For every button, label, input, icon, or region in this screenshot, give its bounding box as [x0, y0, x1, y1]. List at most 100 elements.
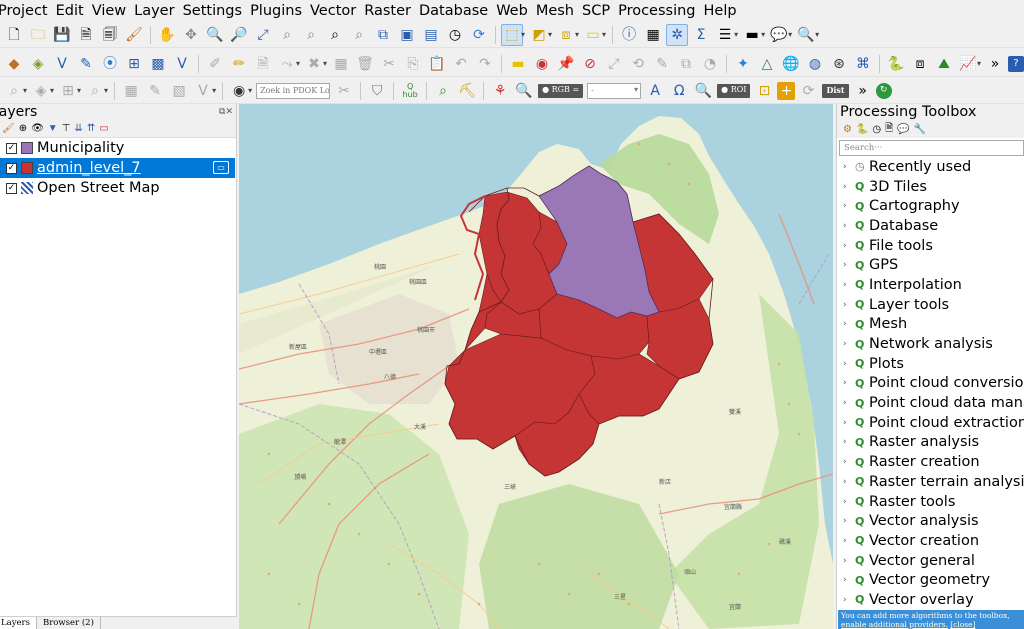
toolbox-category[interactable]: › Q Point cloud conversion: [837, 374, 1024, 394]
toolbox-category[interactable]: › Q Mesh: [837, 315, 1024, 335]
menu-database[interactable]: Database: [415, 0, 492, 22]
toolbox-category[interactable]: › Q Vector general: [837, 551, 1024, 571]
add-group-icon[interactable]: ⊕: [19, 123, 27, 134]
toolbox-category[interactable]: › Q Vector overlay: [837, 590, 1024, 610]
menu-mesh[interactable]: Mesh: [532, 0, 578, 22]
add-virtual-layer-icon[interactable]: V: [171, 53, 193, 75]
scp-tool-icon[interactable]: ⛏: [456, 80, 478, 102]
save-project-icon[interactable]: 💾: [51, 24, 73, 46]
diagram-icon[interactable]: ◔: [699, 53, 721, 75]
new-3d-view-icon[interactable]: ▤: [420, 24, 442, 46]
toolbox-category[interactable]: › Q Vector analysis: [837, 511, 1024, 531]
terrain-icon[interactable]: ⛰: [933, 53, 955, 75]
scp-dock-icon[interactable]: ⌕: [432, 80, 454, 102]
delete-selected-icon[interactable]: 🗑: [354, 53, 376, 75]
menu-help[interactable]: Help: [700, 0, 741, 22]
vertex-tool-icon[interactable]: ✖: [303, 53, 325, 75]
scripts-icon[interactable]: 🐍: [856, 124, 868, 135]
toolbox-category[interactable]: › Q Vector creation: [837, 531, 1024, 551]
shield-icon[interactable]: ⛉: [366, 80, 388, 102]
chevron-down-icon[interactable]: ▾: [761, 30, 765, 39]
menu-view[interactable]: View: [88, 0, 130, 22]
refresh-icon[interactable]: ⟳: [468, 24, 490, 46]
chevron-down-icon[interactable]: ▾: [23, 86, 27, 95]
more-icon[interactable]: »: [984, 53, 1006, 75]
clear-search-icon[interactable]: ✂: [333, 80, 355, 102]
menu-layer[interactable]: Layer: [130, 0, 178, 22]
measure-line-icon[interactable]: ▧: [168, 80, 190, 102]
layer-symbol-swatch[interactable]: [21, 142, 33, 154]
offline-edit-icon[interactable]: ▦: [120, 80, 142, 102]
edit-features-icon[interactable]: 💬: [897, 124, 909, 135]
zoom-next-icon[interactable]: ⧉: [372, 24, 394, 46]
highlight-label-icon[interactable]: ◉: [531, 53, 553, 75]
toolbox-category[interactable]: › Q 3D Tiles: [837, 177, 1024, 197]
add-raster-layer-icon[interactable]: V: [51, 53, 73, 75]
scp-search-icon[interactable]: 🔍: [692, 80, 714, 102]
zoom-to-layer-icon[interactable]: ⌕: [300, 24, 322, 46]
toolbox-category-recently-used[interactable]: › ◷ Recently used: [837, 157, 1024, 177]
map-tips-icon[interactable]: 💬: [768, 24, 790, 46]
add-wms-icon[interactable]: ⊞: [123, 53, 145, 75]
menu-edit[interactable]: Edit: [52, 0, 88, 22]
add-wcs-icon[interactable]: ◈: [30, 80, 52, 102]
modify-attributes-icon[interactable]: ▦: [330, 53, 352, 75]
georeferencer-icon[interactable]: ✦: [732, 53, 754, 75]
chevron-down-icon[interactable]: ▾: [323, 59, 327, 68]
chevron-down-icon[interactable]: ▾: [77, 86, 81, 95]
options-icon[interactable]: 🔧: [914, 124, 926, 135]
undo-icon[interactable]: ↶: [450, 53, 472, 75]
chevron-down-icon[interactable]: ▾: [548, 30, 552, 39]
label-toolbar-icon[interactable]: ▬: [507, 53, 529, 75]
toolbox-category[interactable]: › Q Cartography: [837, 196, 1024, 216]
add-arcgis-icon[interactable]: ⌕: [84, 80, 106, 102]
toolbox-category[interactable]: › Q Raster terrain analysis: [837, 472, 1024, 492]
scp-network-icon[interactable]: ⚘: [489, 80, 511, 102]
chevron-down-icon[interactable]: ▾: [212, 86, 216, 95]
new-map-view-icon[interactable]: ▣: [396, 24, 418, 46]
zoom-in-icon[interactable]: 🔍: [204, 24, 226, 46]
select-by-value-icon[interactable]: ◩: [528, 24, 550, 46]
filter-icon[interactable]: ▼: [48, 123, 58, 134]
toolbox-category[interactable]: › Q Plots: [837, 354, 1024, 374]
rotate-label-icon[interactable]: ⟲: [627, 53, 649, 75]
toolbox-category[interactable]: › Q Database: [837, 216, 1024, 236]
deselect-icon[interactable]: ⧈: [555, 24, 577, 46]
cut-features-icon[interactable]: ✂: [378, 53, 400, 75]
zoom-last-icon[interactable]: ⌕: [348, 24, 370, 46]
rgb-contrast-icon[interactable]: A: [644, 80, 666, 102]
copy-features-icon[interactable]: ⎘: [402, 53, 424, 75]
panel-float-icon[interactable]: ⧉✕: [219, 104, 233, 120]
metasearch-icon[interactable]: ◍: [804, 53, 826, 75]
chevron-down-icon[interactable]: ▾: [521, 30, 525, 39]
chevron-down-icon[interactable]: ▾: [104, 86, 108, 95]
move-label-icon[interactable]: ⤢: [603, 53, 625, 75]
zoom-full-icon[interactable]: ⤢: [252, 24, 274, 46]
toolbox-category[interactable]: › Q Raster analysis: [837, 433, 1024, 453]
add-feature-icon[interactable]: ⤳: [276, 53, 298, 75]
globe-icon[interactable]: 🌐: [780, 53, 802, 75]
add-xyz-icon[interactable]: ⊞: [57, 80, 79, 102]
toggle-editing-icon[interactable]: ✐: [204, 53, 226, 75]
chevron-down-icon[interactable]: ▾: [734, 30, 738, 39]
menu-project[interactable]: Project: [0, 0, 52, 22]
pan-icon[interactable]: ✋: [156, 24, 178, 46]
menu-web[interactable]: Web: [492, 0, 532, 22]
chevron-down-icon[interactable]: ▾: [575, 30, 579, 39]
close-notice-link[interactable]: [close]: [950, 620, 975, 629]
python-console-icon[interactable]: 🐍: [885, 53, 907, 75]
geometry-checker-icon[interactable]: △: [756, 53, 778, 75]
measure-angle-icon[interactable]: V: [192, 80, 214, 102]
convert-offline-icon[interactable]: ✎: [144, 80, 166, 102]
layer-item-open-street-map[interactable]: ✓ Open Street Map: [0, 178, 236, 198]
open-table-icon[interactable]: ☰: [714, 24, 736, 46]
toolbox-category[interactable]: › Q Layer tools: [837, 295, 1024, 315]
toolbox-category[interactable]: › Q Raster creation: [837, 452, 1024, 472]
pencil-icon[interactable]: ✏: [228, 53, 250, 75]
data-source-manager-icon[interactable]: ◆: [3, 53, 25, 75]
pin-label-icon[interactable]: 📌: [555, 53, 577, 75]
menu-vector[interactable]: Vector: [306, 0, 360, 22]
history-icon[interactable]: ◷: [872, 124, 881, 135]
open-project-icon[interactable]: 🗀: [27, 24, 49, 46]
toolbox-category[interactable]: › Q Raster tools: [837, 492, 1024, 512]
